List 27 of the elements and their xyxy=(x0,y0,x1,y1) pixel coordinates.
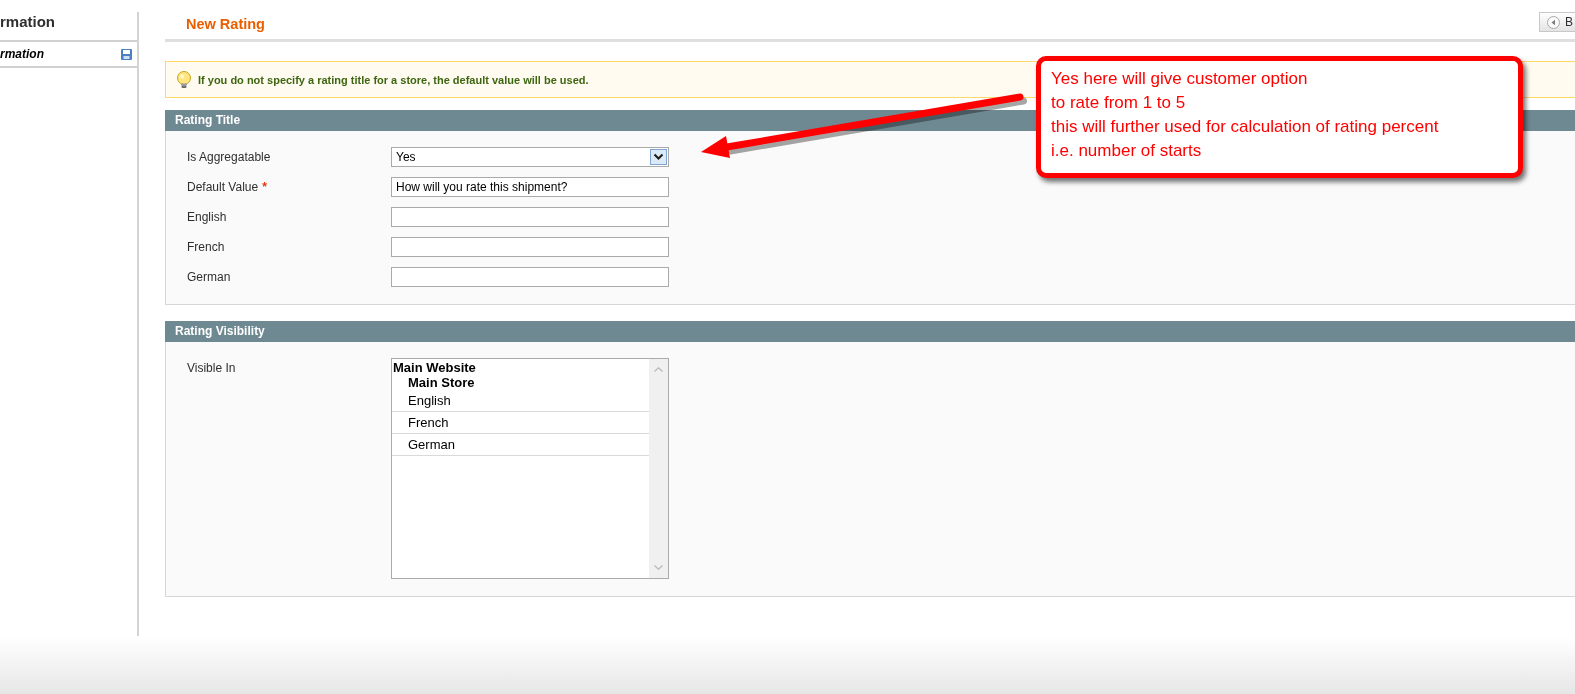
text-input[interactable] xyxy=(391,237,669,257)
multiselect-list[interactable]: Main Website Main Store English French German xyxy=(391,358,669,579)
option-group-label: Main Store xyxy=(407,375,476,390)
option-group-label: Main Website xyxy=(392,360,477,375)
chevron-down-icon xyxy=(654,565,663,570)
text-input[interactable] xyxy=(391,267,669,287)
field-label: Default Value xyxy=(187,180,259,194)
chevron-down-icon xyxy=(650,149,667,165)
lightbulb-icon xyxy=(176,70,192,89)
scrollbar[interactable] xyxy=(649,359,668,578)
notice-text: If you do not specify a rating title for a store, the default value will be used. xyxy=(198,73,589,86)
field-label: Is Aggregatable xyxy=(187,150,271,164)
dropdown[interactable]: Yes xyxy=(391,147,669,167)
required-mark: * xyxy=(262,180,267,194)
section-header: Rating Visibility xyxy=(165,321,1575,342)
callout-text: i.e. number of starts xyxy=(1051,140,1203,162)
field-label: Visible In xyxy=(187,361,236,375)
tab-label: rmation xyxy=(0,47,44,61)
page-title: New Rating xyxy=(186,15,265,34)
field-label: French xyxy=(187,240,225,254)
chevron-up-icon xyxy=(654,367,663,372)
text-input[interactable]: How will you rate this shipment? xyxy=(391,177,669,197)
field-label: German xyxy=(187,270,231,284)
callout-text: Yes here will give customer option xyxy=(1051,68,1309,90)
back-button[interactable]: B xyxy=(1539,12,1575,32)
field-label: English xyxy=(187,210,227,224)
text-input[interactable] xyxy=(391,207,669,227)
